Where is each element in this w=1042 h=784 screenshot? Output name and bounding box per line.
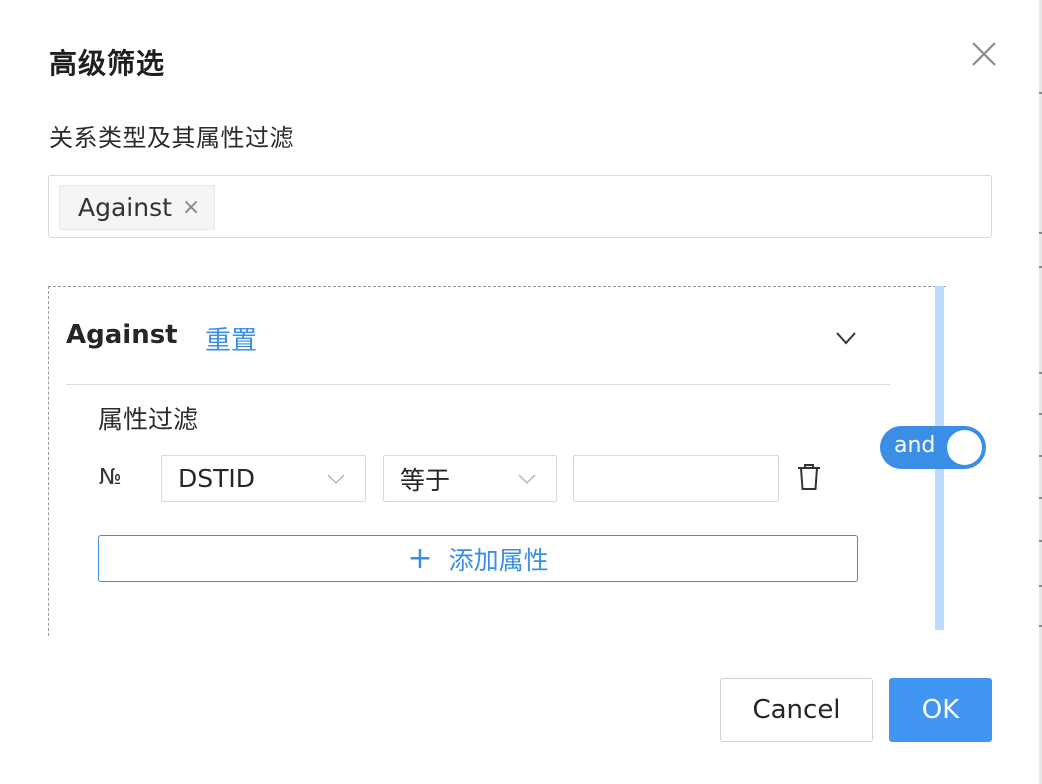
panel-divider [66,384,890,385]
tag-close-icon[interactable]: × [182,196,200,219]
add-property-label: 添加属性 [448,545,549,575]
logic-toggle-label: and [894,433,936,458]
add-property-button[interactable]: + 添加属性 [98,535,858,582]
relation-type-select[interactable]: Against × [48,175,992,238]
panel-title: Against [66,320,178,350]
property-value-input[interactable] [573,455,779,502]
trash-icon[interactable] [795,462,823,492]
chevron-down-icon [327,474,345,485]
advanced-filter-dialog: 高级筛选 关系类型及其属性过滤 Against × Against 重置 属性过… [0,0,1042,784]
chevron-down-icon[interactable] [832,324,860,352]
chevron-down-icon [518,474,536,485]
selected-tag: Against × [59,185,216,230]
plus-icon: + [407,540,433,576]
logic-toggle[interactable]: and [880,426,986,469]
property-field-select[interactable]: DSTID [161,455,366,502]
row-index-symbol: № [99,465,122,490]
reset-link[interactable]: 重置 [205,320,257,357]
operator-select[interactable]: 等于 [383,455,557,502]
tag-label: Against [78,193,172,222]
collapse-button[interactable] [832,324,860,352]
property-field-value: DSTID [178,464,256,493]
cancel-button[interactable]: Cancel [720,678,873,742]
relation-filter-label: 关系类型及其属性过滤 [49,124,294,152]
toggle-knob [947,430,982,465]
operator-value: 等于 [400,465,451,495]
close-icon[interactable] [968,38,1000,70]
close-button[interactable] [968,38,1000,70]
delete-row-button[interactable] [795,462,823,492]
property-filter-label: 属性过滤 [98,405,199,434]
dialog-title: 高级筛选 [49,47,166,80]
ok-button[interactable]: OK [889,678,992,742]
